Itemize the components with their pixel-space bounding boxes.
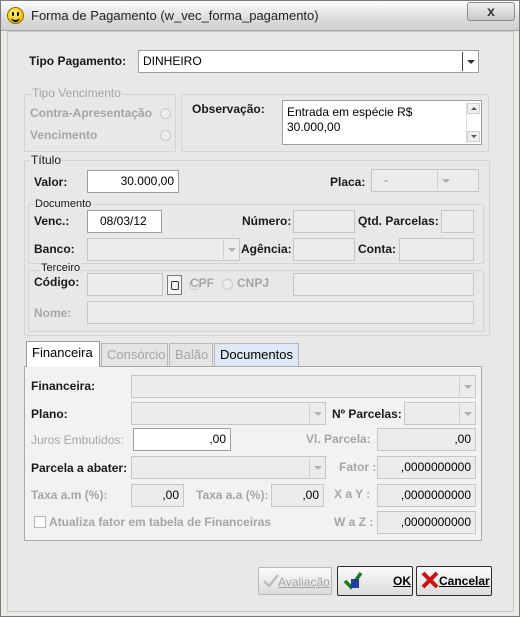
vencimento-radio[interactable] xyxy=(160,130,171,141)
scroll-up-icon[interactable] xyxy=(467,103,480,114)
chevron-down-icon[interactable] xyxy=(459,377,474,396)
parcela-abater-label: Parcela a abater: xyxy=(31,461,128,475)
cpf-label: CPF xyxy=(190,276,214,290)
avaliacao-label: Avaliação xyxy=(278,575,330,589)
observacao-scrollbar[interactable] xyxy=(466,102,480,143)
qtd-parcelas-label: Qtd. Parcelas: xyxy=(358,214,439,228)
chevron-down-icon[interactable] xyxy=(462,52,477,71)
contra-apresentacao-label: Contra-Apresentação xyxy=(30,106,153,120)
avaliacao-button[interactable]: Avaliação xyxy=(258,567,332,595)
vencimento-label: Vencimento xyxy=(30,128,98,142)
terceiro-group-label: Terceiro xyxy=(40,262,82,274)
banco-label: Banco: xyxy=(34,242,75,256)
cpf-cnpj-input[interactable] xyxy=(293,273,474,296)
x-icon xyxy=(421,571,439,589)
tipo-vencimento-group xyxy=(24,94,176,152)
chevron-down-icon[interactable] xyxy=(459,404,474,423)
waz-label: W a Z : xyxy=(334,515,374,529)
venc-label: Venc.: xyxy=(34,214,70,228)
tab-balao[interactable]: Balão xyxy=(169,343,213,367)
close-button[interactable]: x xyxy=(467,2,515,21)
atualiza-fator-checkbox[interactable] xyxy=(34,516,46,528)
n-parcelas-select[interactable] xyxy=(404,402,476,425)
tipo-pagamento-label: Tipo Pagamento: xyxy=(29,54,127,68)
documento-group-label: Documento xyxy=(34,198,93,210)
waz-input[interactable]: ,0000000000 xyxy=(377,511,476,534)
nome-input[interactable] xyxy=(87,301,474,324)
valor-input[interactable]: 30.000,00 xyxy=(87,170,179,193)
plano-select[interactable] xyxy=(131,402,326,425)
parcela-abater-select[interactable] xyxy=(131,456,326,479)
title-bar[interactable]: Forma de Pagamento (w_vec_forma_pagament… xyxy=(1,1,519,31)
n-parcelas-label: Nº Parcelas: xyxy=(332,407,402,421)
fator-label: Fator : xyxy=(339,460,377,474)
tipo-vencimento-group-label: Tipo Vencimento xyxy=(31,86,122,100)
vl-parcela-label: Vl. Parcela: xyxy=(306,432,371,446)
banco-select[interactable] xyxy=(87,238,240,261)
qtd-parcelas-input[interactable] xyxy=(441,210,474,233)
scroll-down-icon[interactable] xyxy=(467,131,480,142)
titulo-group-label: Título xyxy=(30,153,63,167)
tab-financeira[interactable]: Financeira xyxy=(26,341,100,367)
cancelar-button[interactable]: Cancelar xyxy=(416,566,492,596)
financeira-label: Financeira: xyxy=(31,379,96,393)
chevron-down-icon[interactable] xyxy=(309,458,324,477)
juros-label: Juros Embutidos: xyxy=(31,433,124,447)
cancelar-label: Cancelar xyxy=(439,574,490,588)
numero-label: Número: xyxy=(242,214,292,228)
juros-input[interactable]: ,00 xyxy=(133,428,231,451)
check-icon xyxy=(343,571,363,590)
lookup-icon[interactable] xyxy=(167,275,182,295)
ok-button[interactable]: OK xyxy=(337,566,413,596)
financeira-select[interactable] xyxy=(131,375,476,398)
tipo-pagamento-select[interactable]: DINHEIRO xyxy=(138,50,479,73)
tab-consorcio[interactable]: Consórcio xyxy=(101,343,168,367)
atualiza-fator-label: Atualiza fator em tabela de Financeiras xyxy=(49,515,272,529)
smiley-icon xyxy=(7,7,24,24)
tab-documentos[interactable]: Documentos xyxy=(214,343,299,367)
tipo-pagamento-value: DINHEIRO xyxy=(143,54,202,68)
placa-value: - xyxy=(384,173,388,187)
numero-input[interactable] xyxy=(293,210,355,233)
placa-select[interactable]: - xyxy=(371,169,479,192)
valor-label: Valor: xyxy=(34,175,68,189)
conta-input[interactable] xyxy=(399,238,474,261)
nome-label: Nome: xyxy=(34,306,72,320)
cnpj-label: CNPJ xyxy=(237,276,270,290)
placa-label: Placa: xyxy=(330,175,366,189)
taxa-aa-label: Taxa a.a (%): xyxy=(196,488,269,502)
agencia-input[interactable] xyxy=(293,238,355,261)
chevron-down-icon[interactable] xyxy=(309,404,324,423)
observacao-line-1: Entrada em espécie R$ xyxy=(287,105,413,119)
conta-label: Conta: xyxy=(358,242,396,256)
taxa-am-input[interactable]: ,00 xyxy=(131,484,184,507)
agencia-label: Agência: xyxy=(241,242,292,256)
codigo-input[interactable] xyxy=(87,273,163,296)
vl-parcela-input[interactable]: ,00 xyxy=(377,428,476,451)
venc-input[interactable]: 08/03/12 xyxy=(87,210,162,233)
plano-label: Plano: xyxy=(31,407,68,421)
codigo-label: Código: xyxy=(34,275,80,289)
xay-label: X a Y : xyxy=(334,487,371,501)
xay-input[interactable]: ,0000000000 xyxy=(377,484,476,507)
observacao-textarea[interactable]: Entrada em espécie R$ 30.000,00 xyxy=(282,100,482,145)
chevron-down-icon[interactable] xyxy=(223,240,238,259)
taxa-am-label: Taxa a.m (%): xyxy=(31,488,108,502)
taxa-aa-input[interactable]: ,00 xyxy=(271,484,324,507)
fator-input[interactable]: ,0000000000 xyxy=(377,456,476,479)
cnpj-radio[interactable] xyxy=(222,279,233,290)
window-title: Forma de Pagamento (w_vec_forma_pagament… xyxy=(31,8,319,23)
contra-apresentacao-radio[interactable] xyxy=(160,108,171,119)
observacao-line-2: 30.000,00 xyxy=(287,120,341,134)
chevron-down-icon[interactable] xyxy=(437,171,477,190)
ok-label: OK xyxy=(393,574,411,588)
observacao-label: Observação: xyxy=(192,102,265,116)
